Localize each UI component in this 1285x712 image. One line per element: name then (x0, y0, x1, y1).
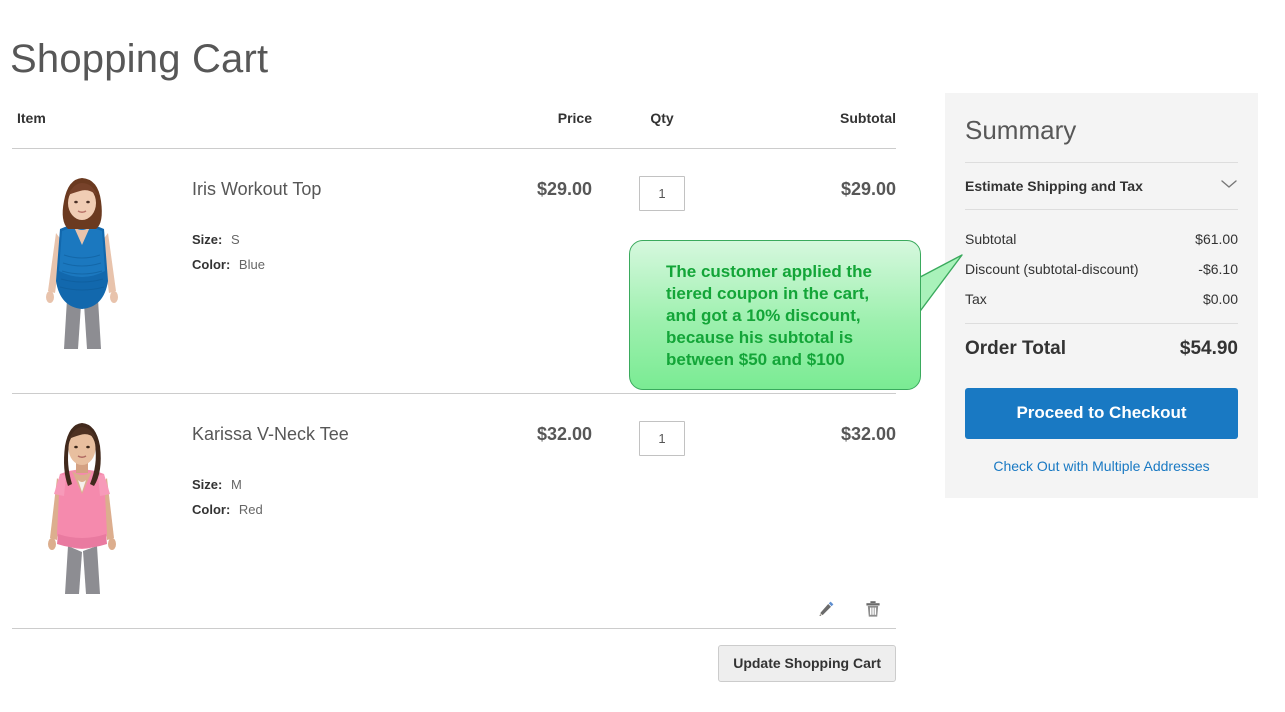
summary-totals: Subtotal $61.00 Discount (subtotal-disco… (965, 210, 1238, 360)
item-action-buttons (816, 598, 884, 620)
item-cell: Karissa V-Neck Tee Size: M Color: Red (12, 393, 880, 629)
cart-actions-toolbar: Update Shopping Cart (12, 645, 896, 683)
option-value-size: M (230, 476, 242, 492)
pencil-icon[interactable] (816, 598, 838, 620)
item-option-color: Color: Blue (192, 252, 321, 277)
cart-table-container: Item Price Qty Subtotal Iris Workout Top… (12, 110, 896, 629)
summary-line-discount: Discount (subtotal-discount) -$6.10 (965, 254, 1238, 284)
summary-label: Discount (subtotal-discount) (965, 261, 1139, 278)
check-out-multiple-addresses-link[interactable]: Check Out with Multiple Addresses (965, 458, 1238, 474)
item-option-size: Size: M (192, 472, 349, 497)
order-summary-panel: Summary Estimate Shipping and Tax Subtot… (945, 93, 1258, 498)
item-subtotal: $29.00 (732, 148, 896, 394)
order-total-label: Order Total (965, 338, 1066, 360)
item-qty-cell (592, 393, 732, 629)
option-label-color: Color: (192, 501, 231, 517)
product-name-link[interactable]: Karissa V-Neck Tee (192, 424, 349, 446)
item-details: Karissa V-Neck Tee Size: M Color: Red (152, 416, 349, 522)
estimate-shipping-label: Estimate Shipping and Tax (965, 178, 1143, 195)
summary-value: $61.00 (1195, 231, 1238, 248)
item-option-size: Size: S (192, 227, 321, 252)
order-total-row: Order Total $54.90 (965, 323, 1238, 360)
summary-label: Subtotal (965, 231, 1017, 248)
product-image-iris-workout-top[interactable] (12, 171, 152, 349)
cart-table-header: Item Price Qty Subtotal (12, 110, 896, 149)
item-details: Iris Workout Top Size: S Color: Blue (152, 171, 321, 277)
option-label-size: Size: (192, 231, 223, 247)
cart-table: Item Price Qty Subtotal Iris Workout Top… (12, 110, 896, 629)
column-header-subtotal: Subtotal (732, 110, 896, 149)
cart-header-row: Item Price Qty Subtotal (12, 110, 896, 149)
page-title: Shopping Cart (10, 36, 269, 81)
option-value-color: Blue (238, 256, 265, 272)
quantity-input[interactable] (639, 421, 685, 456)
proceed-to-checkout-button[interactable]: Proceed to Checkout (965, 388, 1238, 439)
option-label-size: Size: (192, 476, 223, 492)
item-qty-cell (592, 148, 732, 394)
summary-value: -$6.10 (1198, 261, 1238, 278)
summary-value: $0.00 (1202, 291, 1238, 308)
column-header-price: Price (432, 110, 592, 149)
item-option-color: Color: Red (192, 497, 349, 522)
column-header-item: Item (12, 110, 432, 149)
quantity-input[interactable] (639, 176, 685, 211)
trash-icon[interactable] (862, 598, 884, 620)
chevron-down-icon (1220, 177, 1238, 195)
product-name-link[interactable]: Iris Workout Top (192, 179, 321, 201)
item-cell: Iris Workout Top Size: S Color: Blue (12, 148, 432, 394)
item-subtotal: $32.00 (732, 393, 896, 629)
update-shopping-cart-button[interactable]: Update Shopping Cart (718, 645, 896, 683)
estimate-shipping-and-tax-toggle[interactable]: Estimate Shipping and Tax (965, 162, 1238, 211)
table-row: Karissa V-Neck Tee Size: M Color: Red $3… (12, 393, 896, 629)
summary-line-tax: Tax $0.00 (965, 284, 1238, 314)
option-value-size: S (230, 231, 240, 247)
option-label-color: Color: (192, 256, 231, 272)
column-header-qty: Qty (592, 110, 732, 149)
summary-title: Summary (965, 115, 1077, 145)
summary-label: Tax (965, 291, 987, 308)
table-row: Iris Workout Top Size: S Color: Blue $29… (12, 148, 896, 394)
order-total-value: $54.90 (1179, 338, 1238, 360)
item-price: $32.00 (432, 393, 592, 629)
cart-table-body: Iris Workout Top Size: S Color: Blue $29… (12, 148, 896, 629)
option-value-color: Red (238, 501, 263, 517)
product-image-karissa-v-neck-tee[interactable] (12, 416, 152, 594)
item-price: $29.00 (432, 148, 592, 394)
summary-line-subtotal: Subtotal $61.00 (965, 224, 1238, 254)
